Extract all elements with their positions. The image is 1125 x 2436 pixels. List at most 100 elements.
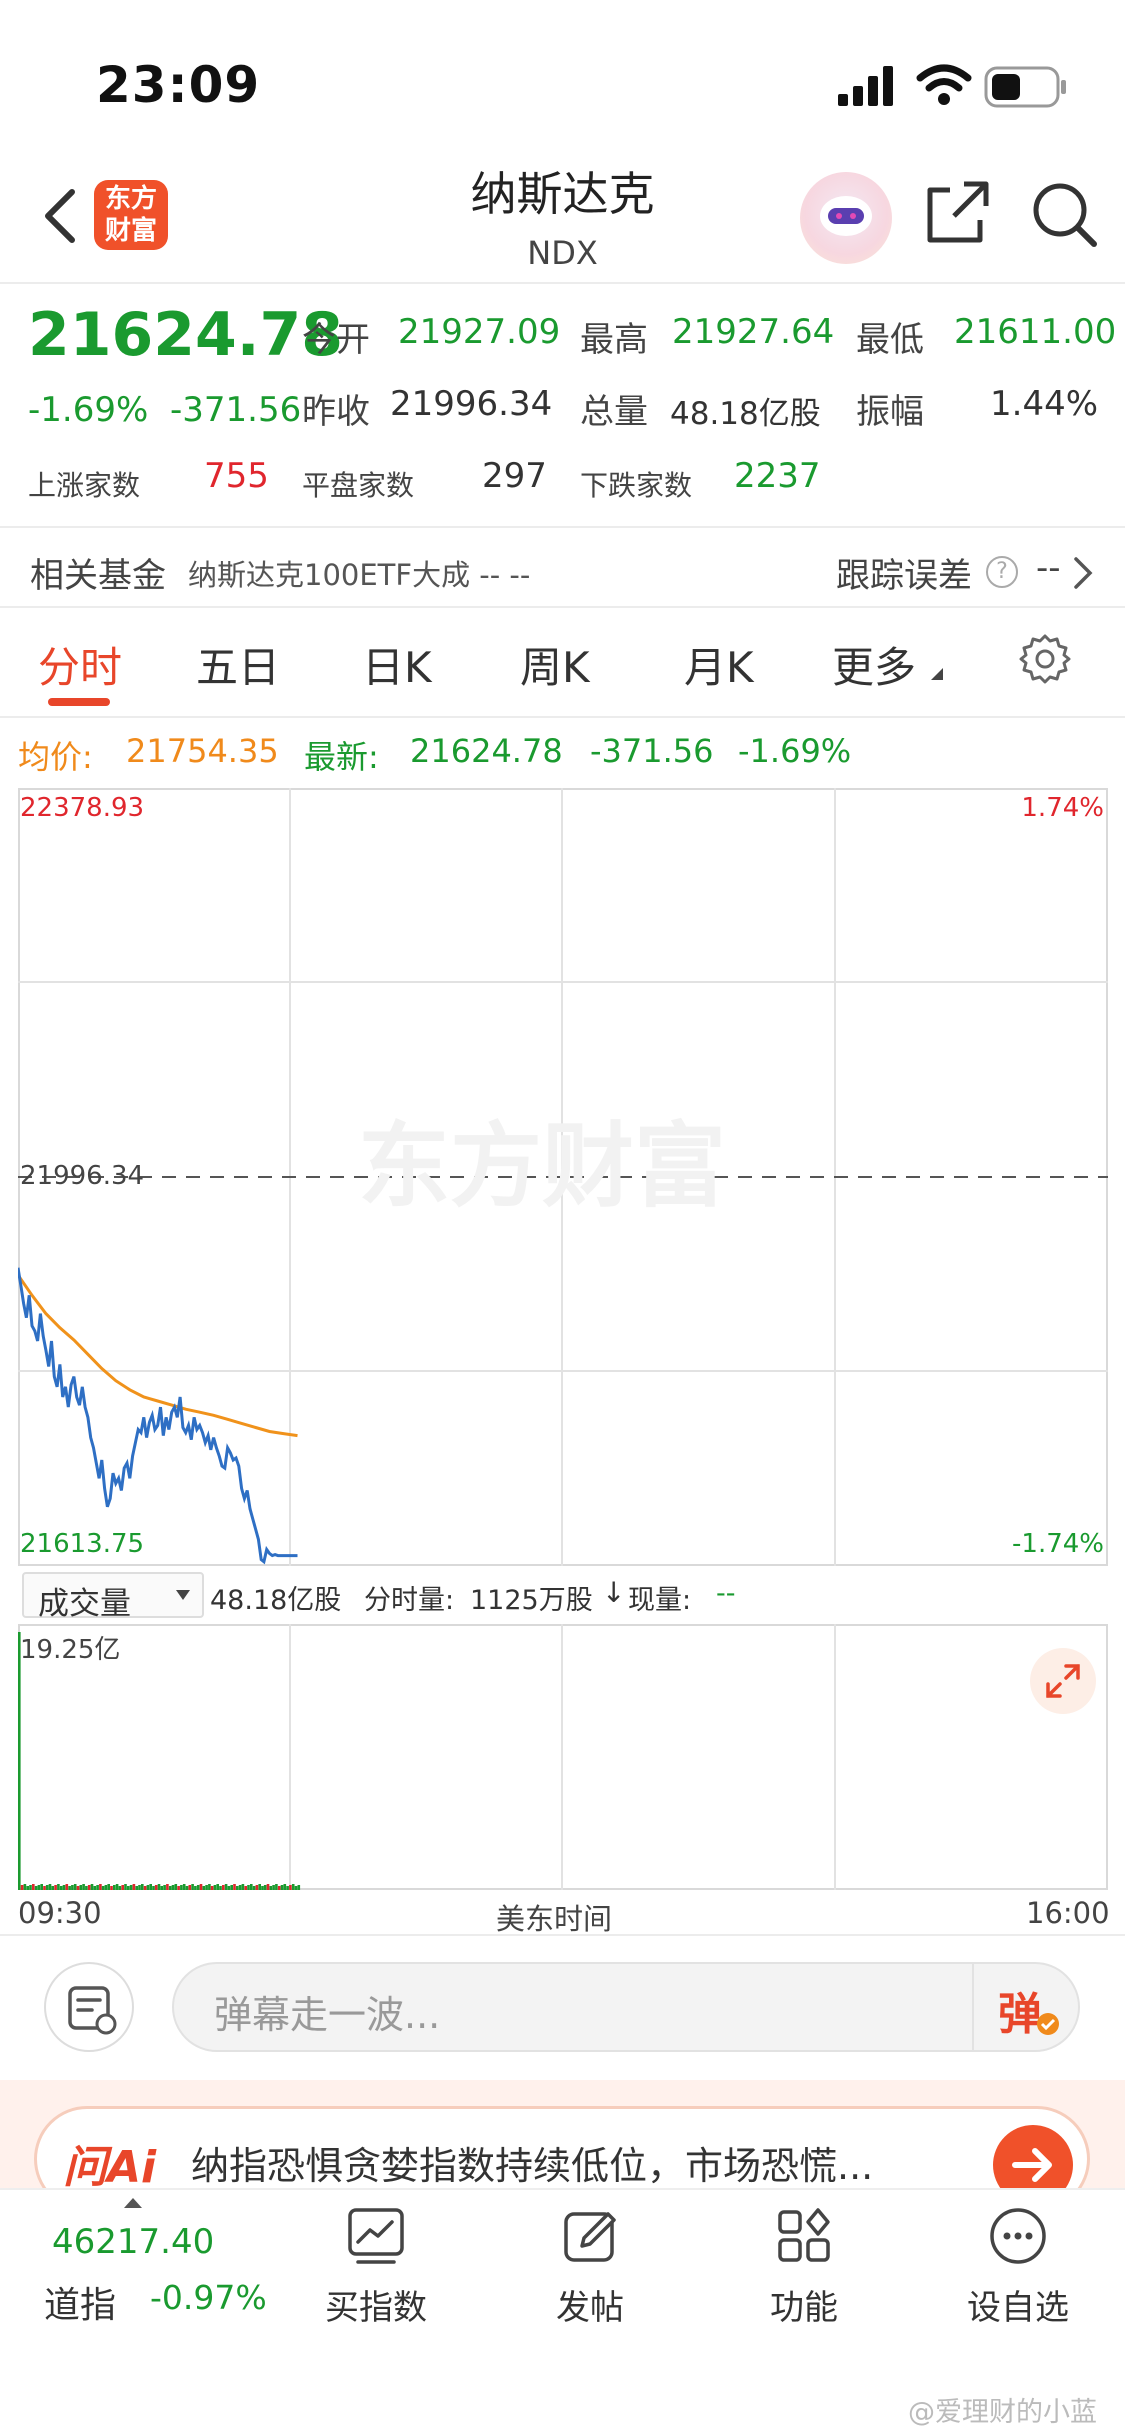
volume-bar bbox=[99, 1884, 102, 1890]
amplitude-value: 1.44% bbox=[990, 384, 1099, 424]
volume-bar bbox=[129, 1885, 133, 1890]
volume-bar bbox=[135, 1886, 138, 1890]
volume-bar bbox=[124, 1884, 127, 1890]
volume-bar bbox=[177, 1886, 180, 1890]
volume-bar bbox=[280, 1885, 284, 1890]
edit-icon bbox=[564, 2212, 616, 2262]
volume-bar bbox=[104, 1885, 108, 1890]
volume-bar bbox=[43, 1886, 46, 1890]
ai-assistant-avatar[interactable] bbox=[800, 172, 892, 264]
latest-price-value: 21624.78 bbox=[410, 732, 563, 770]
volume-bar bbox=[250, 1884, 253, 1890]
volume-y-max-label: 19.25亿 bbox=[20, 1635, 120, 1665]
volume-bar bbox=[85, 1886, 88, 1890]
volume-bar bbox=[127, 1886, 130, 1890]
volume-bar bbox=[141, 1884, 144, 1890]
volume-bar bbox=[115, 1884, 119, 1890]
dropdown-triangle-icon bbox=[176, 1590, 190, 1600]
low-value: 21611.00 bbox=[954, 312, 1117, 352]
tab-post[interactable]: 发帖 bbox=[500, 2200, 680, 2350]
search-button[interactable] bbox=[1030, 180, 1100, 254]
tab-more-label: 更多 bbox=[832, 643, 917, 692]
volume-bar bbox=[252, 1886, 256, 1890]
volume-bar bbox=[180, 1885, 183, 1890]
chart-trend-icon bbox=[348, 2208, 404, 2264]
tab-five-day[interactable]: 五日 bbox=[196, 634, 280, 695]
battery-icon bbox=[984, 66, 1068, 112]
volume-bar bbox=[291, 1884, 295, 1890]
help-icon[interactable]: ? bbox=[986, 556, 1018, 588]
volume-bar bbox=[110, 1886, 113, 1890]
volume-bar bbox=[297, 1885, 301, 1890]
status-time: 23:09 bbox=[96, 56, 261, 114]
pct-axis-bottom-label: -1.74% bbox=[1012, 1529, 1104, 1559]
volume-bar bbox=[196, 1885, 200, 1890]
volume-bar bbox=[219, 1886, 222, 1890]
tab-functions[interactable]: 功能 bbox=[714, 2200, 894, 2350]
volume-bar bbox=[222, 1885, 225, 1890]
volume-bar bbox=[185, 1886, 189, 1890]
tab-more[interactable]: 更多 bbox=[832, 634, 945, 695]
tab-post-label: 发帖 bbox=[556, 2288, 624, 2328]
tab-add-watchlist[interactable]: 设自选 bbox=[928, 2200, 1108, 2350]
volume-total: 48.18亿股 bbox=[210, 1585, 342, 1616]
chart-settings-button[interactable] bbox=[1018, 632, 1072, 690]
tab-weekly-k[interactable]: 周K bbox=[520, 634, 590, 695]
tab-functions-label: 功能 bbox=[770, 2288, 838, 2328]
volume-bar bbox=[76, 1886, 80, 1890]
volume-bar bbox=[230, 1885, 233, 1890]
intraday-price-chart[interactable]: 东方财富 22378.93 21996.34 21613.75 1.74% -1… bbox=[18, 788, 1108, 1566]
wifi-icon bbox=[916, 64, 972, 110]
volume-bar bbox=[261, 1886, 264, 1890]
current-volume-value: -- bbox=[716, 1578, 736, 1609]
amplitude-label: 振幅 bbox=[856, 392, 924, 432]
tab-intraday[interactable]: 分时 bbox=[38, 634, 122, 695]
volume-bar bbox=[266, 1884, 270, 1890]
volume-bar bbox=[182, 1884, 186, 1890]
volume-bar bbox=[163, 1885, 166, 1890]
dow-index-value: 46217.40 bbox=[52, 2222, 215, 2262]
last-price: 21624.78 bbox=[28, 300, 344, 370]
decliners-label: 下跌家数 bbox=[580, 469, 693, 502]
arrow-down-icon: ↓ bbox=[602, 1576, 626, 1609]
tab-active-indicator bbox=[48, 698, 110, 706]
volume-bar bbox=[62, 1885, 66, 1890]
caret-down-icon bbox=[931, 668, 944, 680]
volume-bar bbox=[224, 1884, 228, 1890]
minute-volume-label: 分时量: bbox=[364, 1585, 455, 1616]
volume-bar bbox=[118, 1886, 122, 1890]
tab-monthly-k[interactable]: 月K bbox=[684, 634, 754, 695]
latest-price-label: 最新: bbox=[304, 738, 379, 776]
volume-bar bbox=[205, 1885, 208, 1890]
decliners-value: 2237 bbox=[734, 456, 821, 496]
related-fund-label: 相关基金 bbox=[30, 556, 166, 596]
volume-bar bbox=[18, 1632, 21, 1890]
volume-indicator-select[interactable]: 成交量 bbox=[22, 1572, 204, 1622]
change-percent: -1.69% bbox=[28, 390, 149, 430]
expand-chart-button[interactable] bbox=[1030, 1648, 1096, 1714]
tab-daily-k[interactable]: 日K bbox=[362, 634, 432, 695]
volume-bar bbox=[51, 1886, 55, 1890]
danmu-send-button[interactable]: 弹 bbox=[972, 1964, 1078, 2050]
volume-bar bbox=[255, 1885, 259, 1890]
share-button[interactable] bbox=[924, 180, 990, 250]
danmu-list-button[interactable] bbox=[44, 1962, 134, 2052]
dow-index-widget[interactable]: 46217.40 道指 -0.97% bbox=[30, 2196, 290, 2356]
volume-bar bbox=[294, 1886, 298, 1890]
volume-bar bbox=[37, 1885, 41, 1890]
volume-indicator-label: 成交量 bbox=[38, 1586, 131, 1622]
volume-bar bbox=[138, 1885, 141, 1890]
volume-bar bbox=[121, 1885, 124, 1890]
volume-bar bbox=[45, 1885, 49, 1890]
volume-bar bbox=[286, 1886, 289, 1890]
chevron-right-icon bbox=[1074, 557, 1093, 589]
tab-buy-index[interactable]: 买指数 bbox=[286, 2200, 466, 2350]
share-icon bbox=[927, 181, 989, 243]
related-fund-row[interactable]: 相关基金 纳斯达克100ETF大成 -- -- 跟踪误差 ? -- bbox=[0, 528, 1125, 608]
volume-bar bbox=[247, 1885, 250, 1890]
avg-price-label: 均价: bbox=[18, 738, 93, 776]
prev-close-label: 昨收 bbox=[302, 392, 370, 432]
volume-bar bbox=[241, 1884, 245, 1890]
danmu-input[interactable]: 弹幕走一波... 弹 bbox=[172, 1962, 1080, 2052]
volume-value: 48.18亿股 bbox=[670, 396, 821, 432]
